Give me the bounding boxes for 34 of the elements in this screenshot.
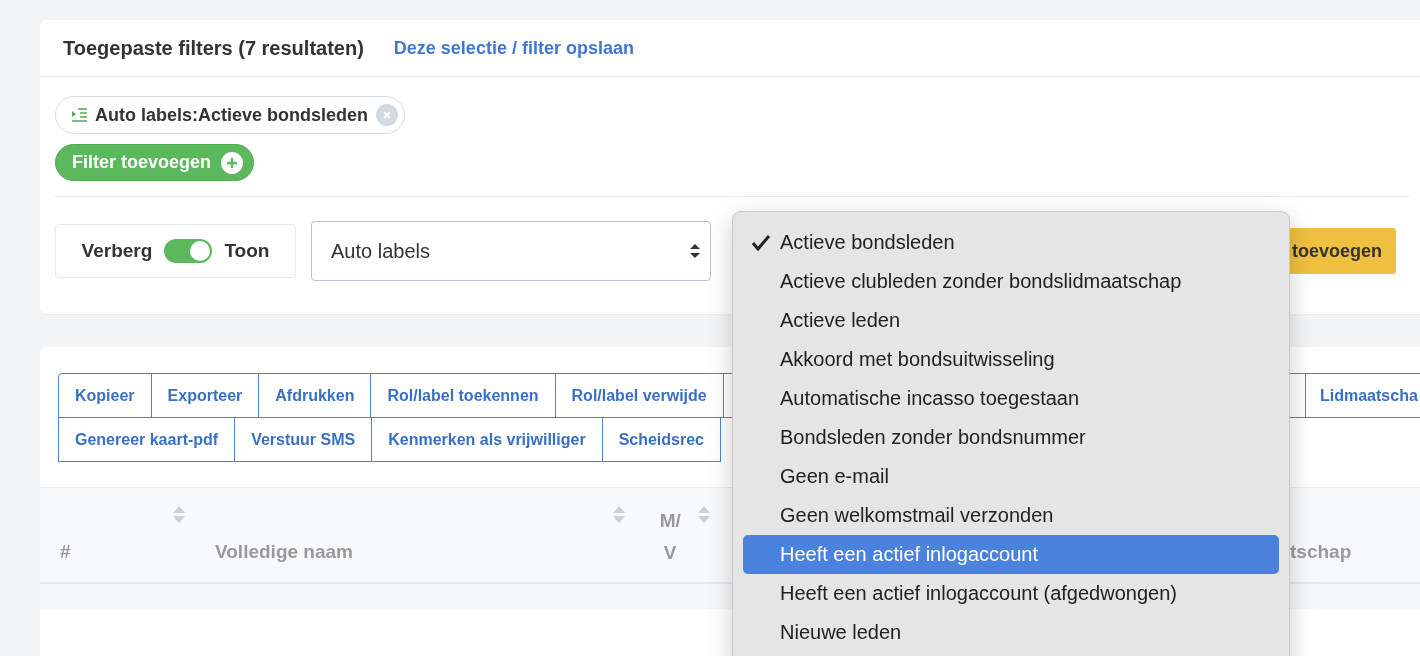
show-label: Toon bbox=[224, 240, 270, 262]
sort-icon[interactable] bbox=[698, 506, 710, 523]
dropdown-option[interactable]: Actieve clubleden zonder bondslidmaatschap bbox=[743, 262, 1279, 301]
column-header: # bbox=[60, 541, 71, 563]
dropdown-option[interactable]: Heeft een actief inlogaccount bbox=[743, 535, 1279, 574]
sort-icon[interactable] bbox=[613, 506, 625, 523]
action-button[interactable]: Genereer kaart-pdf bbox=[58, 417, 236, 462]
chip-label: Auto labels:Actieve bondsleden bbox=[95, 104, 369, 126]
column-header: Volledige naam bbox=[215, 541, 353, 563]
dropdown-option[interactable]: Automatische incasso toegestaan bbox=[743, 379, 1279, 418]
action-button[interactable]: Kopieer bbox=[58, 373, 152, 418]
dropdown-option[interactable]: Geen e-mail bbox=[743, 457, 1279, 496]
plus-icon bbox=[221, 151, 244, 174]
select-arrows-icon bbox=[690, 243, 700, 259]
save-filter-link[interactable]: Deze selectie / filter opslaan bbox=[393, 37, 634, 59]
dropdown-option[interactable]: Heeft een actief inlogaccount (afgedwongen) bbox=[743, 574, 1279, 613]
dropdown-option[interactable]: Actieve bondsleden bbox=[743, 223, 1279, 262]
hide-label: Verberg bbox=[81, 240, 153, 262]
action-button[interactable]: Lidmaatscha bbox=[1305, 373, 1420, 418]
remove-icon[interactable] bbox=[376, 104, 399, 126]
action-button[interactable]: Rol/label verwijde bbox=[554, 373, 724, 418]
action-button[interactable]: Scheidsrec bbox=[601, 417, 721, 462]
column-header: tschap bbox=[1290, 541, 1352, 563]
dropdown-option[interactable]: Geen welkomstmail verzonden bbox=[743, 496, 1279, 535]
panel-title: Toegepaste filters (7 resultaten) bbox=[63, 36, 364, 60]
dropdown-option[interactable]: Actieve leden bbox=[743, 301, 1279, 340]
sort-icon[interactable] bbox=[173, 506, 185, 523]
visibility-switch[interactable] bbox=[164, 239, 213, 263]
dropdown-option[interactable]: Bondsleden zonder bondsnummer bbox=[743, 418, 1279, 457]
label-select[interactable]: Auto labels bbox=[311, 221, 711, 281]
list-indent-icon bbox=[71, 108, 87, 122]
dropdown-option[interactable]: Nieuwe leden bbox=[743, 613, 1279, 652]
column-header: M/V bbox=[658, 509, 682, 565]
dropdown-option[interactable]: Akkoord met bondsuitwisseling bbox=[743, 340, 1279, 379]
